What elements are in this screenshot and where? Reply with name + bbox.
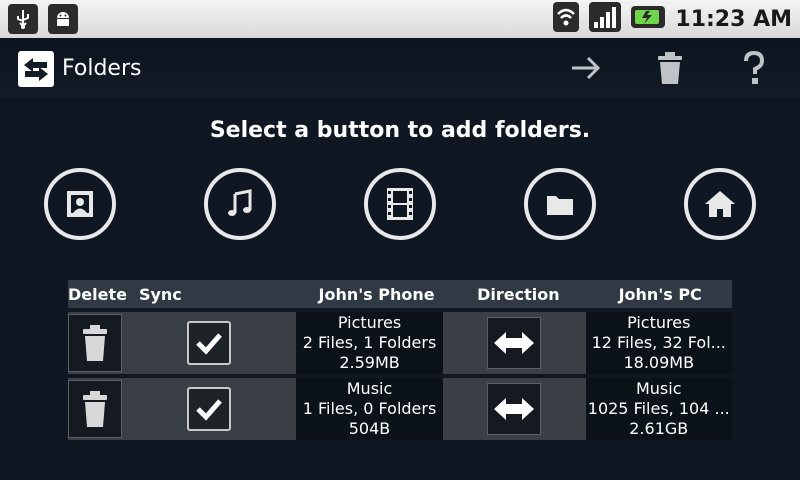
folder-icon <box>547 196 573 215</box>
add-home-button[interactable] <box>684 168 756 240</box>
pc-folder-cell[interactable]: Music 1025 Files, 104 ... 2.61GB <box>585 378 732 440</box>
add-video-button[interactable] <box>364 168 436 240</box>
phone-folder-counts: 1 Files, 0 Folders <box>302 399 437 418</box>
help-button[interactable] <box>734 48 774 88</box>
signal-icon <box>589 2 622 36</box>
action-bar: Folders <box>0 38 800 100</box>
phone-folder-name: Pictures <box>337 313 402 332</box>
bidirectional-arrow-icon <box>494 398 535 420</box>
trash-icon <box>83 325 107 361</box>
phone-folder-name: Music <box>346 379 393 398</box>
phone-folder-cell[interactable]: Pictures 2 Files, 1 Folders 2.59MB <box>296 312 443 374</box>
bidirectional-arrow-icon <box>494 332 535 354</box>
add-music-button[interactable] <box>204 168 276 240</box>
phone-folder-cell[interactable]: Music 1 Files, 0 Folders 504B <box>296 378 443 440</box>
question-mark-icon <box>744 50 765 84</box>
header-pc: John's PC <box>618 284 702 304</box>
phone-folder-size: 2.59MB <box>339 353 400 372</box>
trash-button[interactable] <box>650 48 690 88</box>
phone-folder-size: 504B <box>348 419 391 438</box>
arrow-right-icon <box>572 56 601 80</box>
phone-folder-counts: 2 Files, 1 Folders <box>302 333 437 352</box>
wifi-icon <box>553 2 580 36</box>
add-pictures-button[interactable] <box>44 168 116 240</box>
add-folder-button[interactable] <box>524 168 596 240</box>
sync-table: Delete Sync John's Phone Direction John'… <box>68 280 732 440</box>
folder-type-buttons <box>0 168 800 244</box>
direction-button[interactable] <box>487 383 542 435</box>
pc-folder-counts: 1025 Files, 104 ... <box>587 399 730 418</box>
delete-row-button[interactable] <box>68 314 122 372</box>
forward-button[interactable] <box>566 48 606 88</box>
music-note-icon <box>228 189 252 216</box>
pc-folder-name: Pictures <box>627 313 691 332</box>
trash-icon <box>658 52 682 84</box>
battery-icon <box>631 4 666 34</box>
pc-folder-cell[interactable]: Pictures 12 Files, 32 Fol... 18.09MB <box>585 312 732 374</box>
instruction-text: Select a button to add folders. <box>209 118 591 143</box>
status-bar: 11:23 AM <box>0 0 800 38</box>
android-debug-icon <box>48 4 78 34</box>
pc-folder-name: Music <box>635 379 682 398</box>
trash-icon <box>83 391 107 427</box>
film-strip-icon <box>387 188 413 220</box>
direction-button[interactable] <box>487 317 542 369</box>
sync-checkbox[interactable] <box>187 387 232 431</box>
sync-checkbox[interactable] <box>187 321 232 365</box>
checkmark-icon <box>196 333 223 355</box>
table-row: Pictures 2 Files, 1 Folders 2.59MB Pictu… <box>68 312 732 374</box>
pc-folder-size: 18.09MB <box>623 353 695 372</box>
app-logo-icon <box>18 50 54 87</box>
pc-folder-size: 2.61GB <box>629 419 689 438</box>
header-delete: Delete <box>68 284 127 304</box>
pc-folder-counts: 12 Files, 32 Fol... <box>591 333 726 352</box>
clock: 11:23 AM <box>675 6 792 32</box>
header-direction: Direction <box>477 284 560 304</box>
table-header: Delete Sync John's Phone Direction John'… <box>68 280 732 308</box>
contact-picture-icon <box>67 191 93 217</box>
table-row: Music 1 Files, 0 Folders 504B Music 1025… <box>68 378 732 440</box>
checkmark-icon <box>196 399 223 421</box>
delete-row-button[interactable] <box>68 380 122 438</box>
page-title: Folders <box>62 56 142 81</box>
home-icon <box>705 191 735 217</box>
usb-icon <box>8 4 38 34</box>
header-phone: John's Phone <box>318 284 435 304</box>
